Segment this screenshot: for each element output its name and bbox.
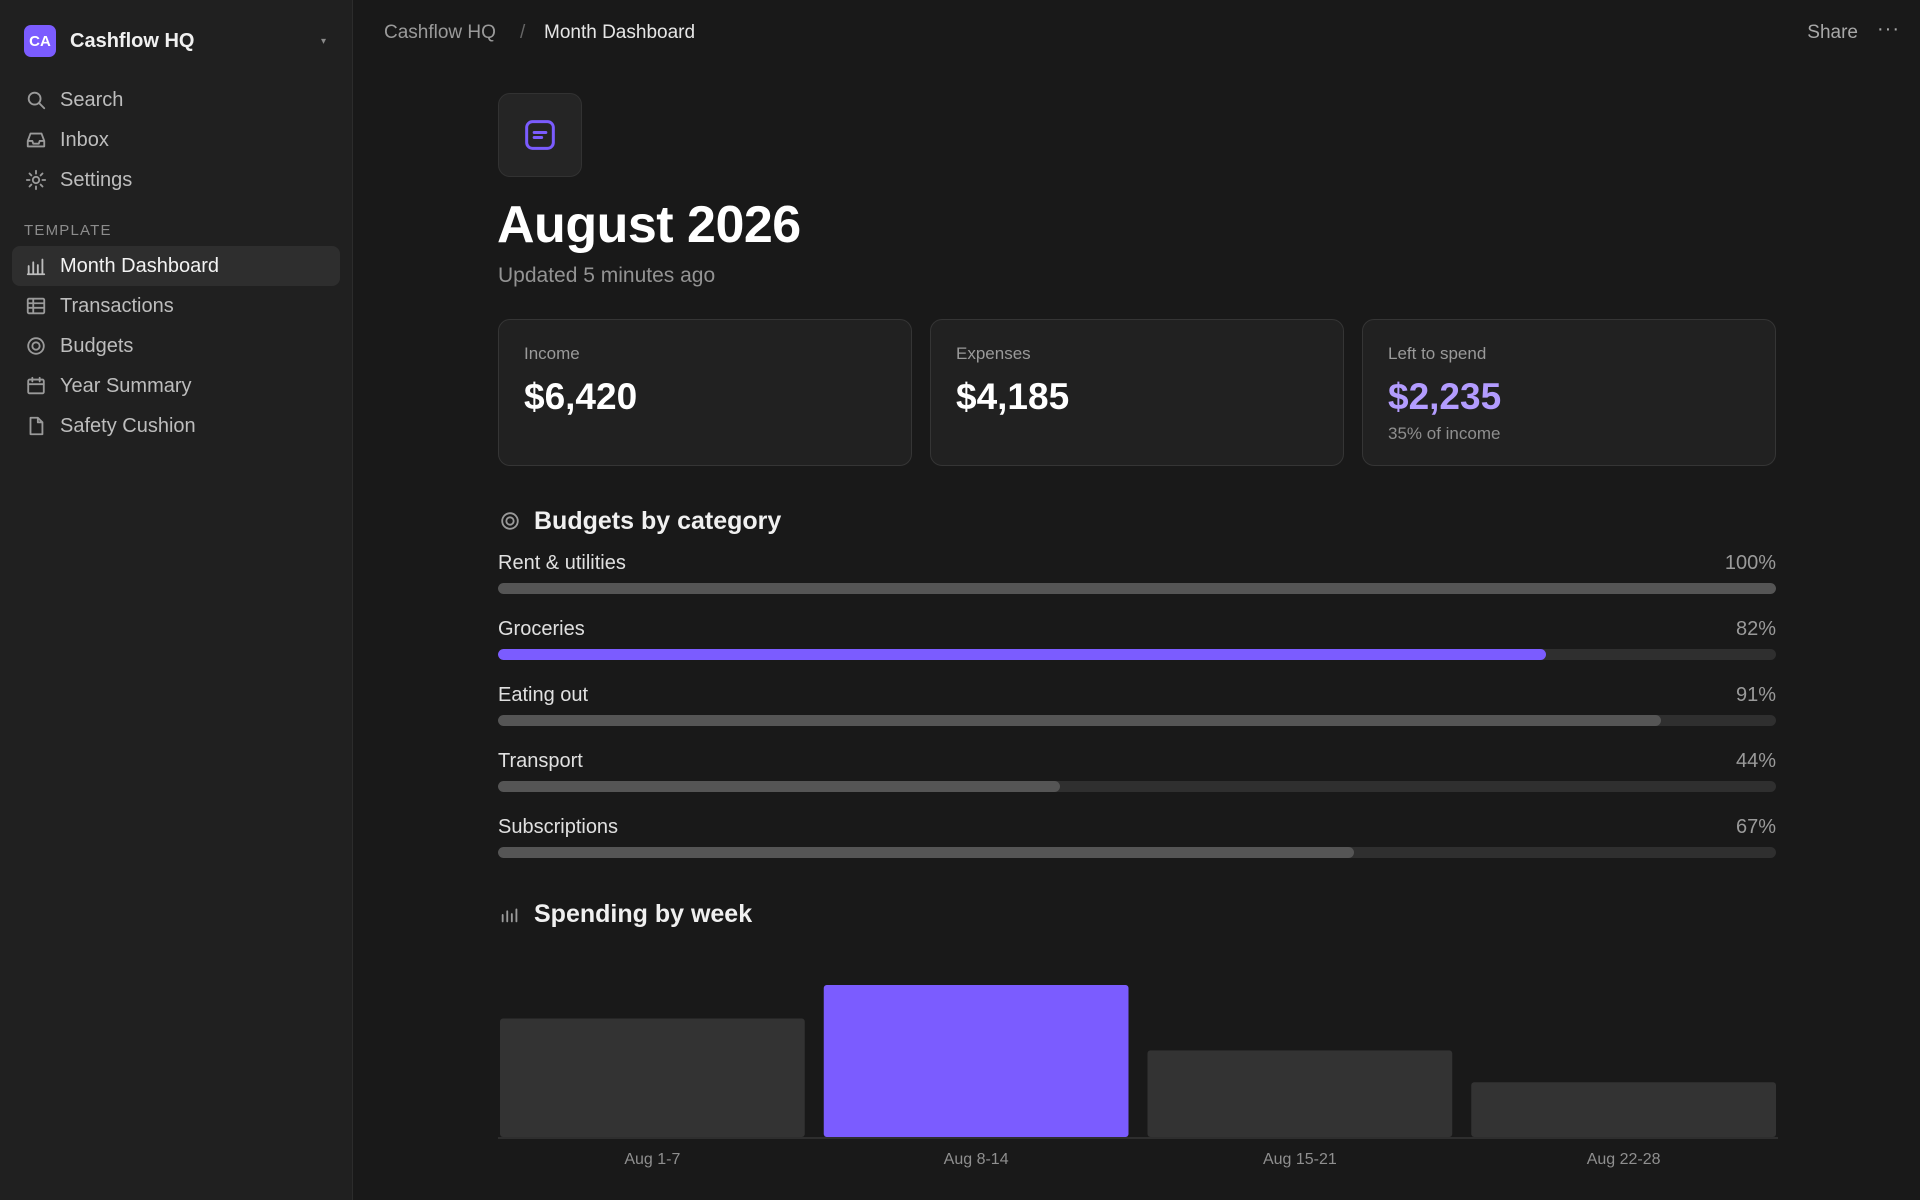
workspace-switcher[interactable]: CA Cashflow HQ ▾ xyxy=(24,24,328,58)
sidebar-item-label: Safety Cushion xyxy=(60,414,196,437)
week-bar[interactable] xyxy=(500,1018,805,1137)
spending-heading-text: Spending by week xyxy=(534,899,753,928)
note-icon xyxy=(525,120,555,150)
bar-chart-icon xyxy=(498,902,522,926)
budgets-heading-text: Budgets by category xyxy=(534,506,782,535)
breadcrumb-root[interactable]: Cashflow HQ xyxy=(384,22,496,44)
target-icon xyxy=(498,509,522,533)
workspace-name: Cashflow HQ xyxy=(70,29,195,52)
budget-name: Transport xyxy=(498,750,583,772)
week-label: Aug 8-14 xyxy=(944,1151,1009,1168)
share-button[interactable]: Share xyxy=(1807,22,1858,44)
week-label: Aug 1-7 xyxy=(624,1151,680,1168)
budget-progress-track xyxy=(498,781,1776,792)
inbox-icon xyxy=(24,128,48,152)
workspace-avatar: CA xyxy=(24,25,56,57)
budget-progress-track xyxy=(498,847,1776,858)
week-bar[interactable] xyxy=(823,985,1129,1137)
sidebar-item-settings[interactable]: Settings xyxy=(12,160,340,200)
breadcrumb-separator: / xyxy=(520,22,526,43)
budgets-heading: Budgets by category xyxy=(498,506,781,536)
income-card: Income $6,420 xyxy=(498,319,912,466)
sidebar-item-label: Inbox xyxy=(60,128,109,151)
budget-percent: 44% xyxy=(1735,750,1776,772)
sidebar-item-transactions[interactable]: Transactions xyxy=(12,286,340,326)
table-icon xyxy=(24,294,48,318)
budget-progress-fill xyxy=(498,781,1061,792)
sidebar-item-label: Transactions xyxy=(60,294,174,317)
budget-name: Rent & utilities xyxy=(498,552,626,574)
sidebar-item-year-summary[interactable]: Year Summary xyxy=(12,366,340,406)
file-icon xyxy=(24,414,48,438)
budget-percent: 67% xyxy=(1735,816,1776,838)
gear-icon xyxy=(24,168,48,192)
spending-chart-svg: Aug 1-7 Aug 8-14 Aug 15-21 Aug 22-28 xyxy=(498,985,1778,1168)
budget-progress-track xyxy=(498,649,1776,660)
page-icon[interactable] xyxy=(498,93,582,177)
budget-row: Subscriptions 67% xyxy=(498,816,1776,860)
card-value: $4,185 xyxy=(956,376,1070,417)
sidebar-item-label: Budgets xyxy=(60,334,134,357)
bar-chart-icon xyxy=(24,254,48,278)
budget-name: Eating out xyxy=(498,684,589,706)
card-value: $2,235 xyxy=(1388,376,1502,417)
week-bar[interactable] xyxy=(1471,1082,1776,1137)
budget-name: Subscriptions xyxy=(498,816,619,838)
spending-by-week-chart: Aug 1-7 Aug 8-14 Aug 15-21 Aug 22-28 xyxy=(498,960,1778,1170)
budget-row: Transport 44% xyxy=(498,750,1776,794)
sidebar: CA Cashflow HQ ▾ Search Inbox Settings T… xyxy=(0,0,353,1200)
budget-name: Groceries xyxy=(498,618,585,640)
budget-row: Rent & utilities 100% xyxy=(498,552,1776,596)
week-label: Aug 15-21 xyxy=(1263,1151,1337,1168)
card-label: Expenses xyxy=(956,344,1031,363)
sidebar-item-label: Year Summary xyxy=(60,374,192,397)
sidebar-item-inbox[interactable]: Inbox xyxy=(12,120,340,160)
budget-percent: 82% xyxy=(1735,618,1776,640)
card-note: 35% of income xyxy=(1388,424,1501,443)
budget-progress-track xyxy=(498,583,1776,594)
calendar-icon xyxy=(24,374,48,398)
budget-progress-fill xyxy=(498,583,1776,594)
sidebar-item-label: Month Dashboard xyxy=(60,254,219,277)
budget-progress-fill xyxy=(498,715,1661,726)
budget-percent: 91% xyxy=(1735,684,1776,706)
sidebar-section-label: TEMPLATE xyxy=(24,222,112,239)
page-subtitle: Updated 5 minutes ago xyxy=(498,264,716,287)
card-label: Income xyxy=(524,344,580,363)
budget-percent: 100% xyxy=(1724,552,1776,574)
week-bar[interactable] xyxy=(1147,1050,1453,1137)
sidebar-item-month-dashboard[interactable]: Month Dashboard xyxy=(12,246,340,286)
sidebar-item-budgets[interactable]: Budgets xyxy=(12,326,340,366)
budget-progress-fill xyxy=(498,649,1546,660)
card-label: Left to spend xyxy=(1388,344,1487,363)
expenses-card: Expenses $4,185 xyxy=(930,319,1344,466)
sidebar-item-safety-cushion[interactable]: Safety Cushion xyxy=(12,406,340,446)
breadcrumb-current[interactable]: Month Dashboard xyxy=(544,22,695,44)
spending-heading: Spending by week xyxy=(498,899,752,929)
sidebar-item-search[interactable]: Search xyxy=(12,80,340,120)
chevron-down-icon[interactable]: ▾ xyxy=(321,36,326,47)
left-to-spend-card: Left to spend $2,235 35% of income xyxy=(1362,319,1776,466)
budget-row: Eating out 91% xyxy=(498,684,1776,728)
week-label: Aug 22-28 xyxy=(1587,1151,1661,1168)
sidebar-item-label: Search xyxy=(60,88,124,111)
budget-row: Groceries 82% xyxy=(498,618,1776,662)
topbar: Cashflow HQ / Month Dashboard Share ··· xyxy=(354,0,1920,68)
target-icon xyxy=(24,334,48,358)
page-title: August 2026 xyxy=(497,196,801,254)
sidebar-item-label: Settings xyxy=(60,168,133,191)
more-options-icon[interactable]: ··· xyxy=(1877,18,1900,41)
search-icon xyxy=(24,88,48,112)
budget-progress-track xyxy=(498,715,1776,726)
card-value: $6,420 xyxy=(524,376,638,417)
budget-progress-fill xyxy=(498,847,1355,858)
